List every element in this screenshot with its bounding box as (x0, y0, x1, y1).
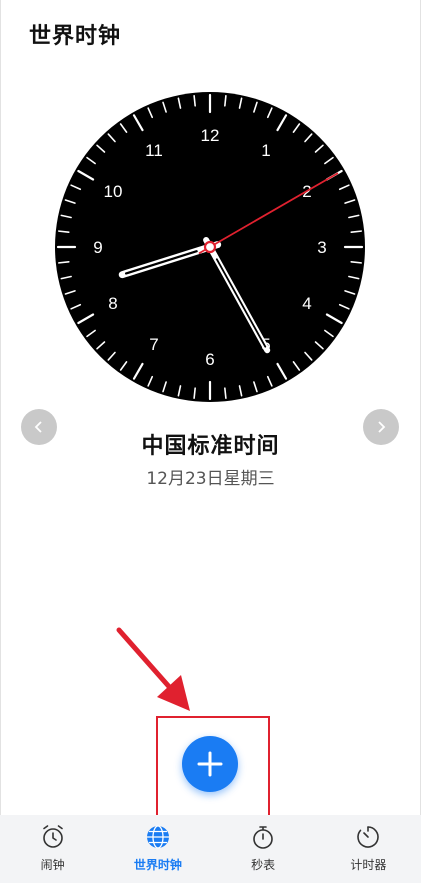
clock-tick (350, 261, 362, 264)
clock-face: 121234567891011 (55, 92, 365, 402)
clock-tick (350, 230, 362, 233)
clock-number: 1 (261, 141, 270, 160)
clock-number: 6 (205, 350, 214, 369)
tab-label: 世界时钟 (133, 858, 182, 872)
stopwatch-icon (253, 826, 273, 849)
clock-number: 12 (201, 126, 220, 145)
clock-number: 3 (317, 238, 326, 257)
clock-tick (193, 95, 196, 107)
tab-label: 闹钟 (40, 858, 65, 872)
clock-tick (58, 261, 70, 264)
clock-number: 8 (108, 294, 117, 313)
bottom-tab-bar: 闹钟 世界时钟 秒表 计时器 (0, 815, 421, 883)
tab-stopwatch[interactable]: 秒表 (211, 815, 316, 883)
globe-icon (146, 825, 169, 849)
timer-icon (357, 826, 380, 848)
tab-timer[interactable]: 计时器 (316, 815, 421, 883)
clock-number: 9 (93, 238, 102, 257)
clock-number: 4 (302, 294, 311, 313)
alarm-clock-icon (42, 825, 63, 848)
clock-tick (58, 230, 70, 233)
clock-number: 11 (145, 141, 163, 160)
timezone-name: 中国标准时间 (141, 434, 280, 459)
page-title: 世界时钟 (29, 24, 122, 49)
tab-alarm[interactable]: 闹钟 (0, 815, 105, 883)
clock-tick (224, 387, 227, 399)
plus-icon (197, 751, 223, 777)
add-city-button[interactable] (182, 736, 238, 792)
analog-clock: 121234567891011 (55, 92, 365, 402)
clock-tick (193, 387, 196, 399)
clock-tick (224, 95, 227, 107)
tab-label: 秒表 (251, 858, 276, 872)
clock-number: 10 (104, 182, 123, 201)
clock-center-pin (203, 240, 217, 254)
tab-world-clock[interactable]: 世界时钟 (105, 815, 210, 883)
timezone-date: 12月23日星期三 (146, 469, 275, 489)
clock-number: 7 (149, 335, 158, 354)
tab-label: 计时器 (350, 858, 387, 872)
